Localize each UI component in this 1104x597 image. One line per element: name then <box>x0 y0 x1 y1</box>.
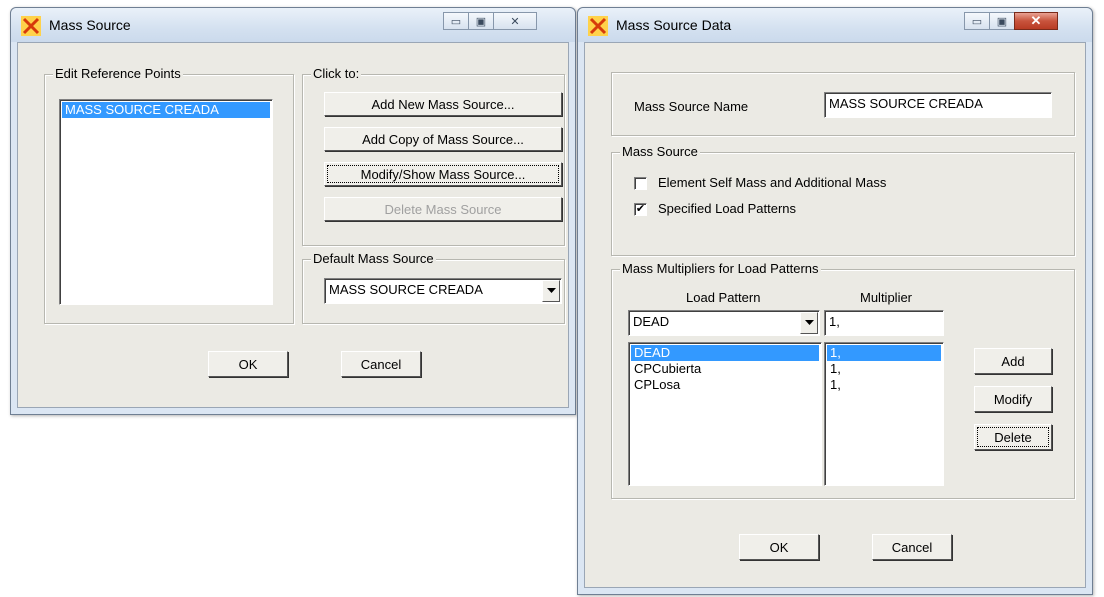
list-item[interactable]: 1, <box>827 361 941 377</box>
mass-source-data-titlebar[interactable]: Mass Source Data ▭ ▣ ✕ <box>578 8 1092 42</box>
multiplier-input[interactable]: 1, <box>824 310 944 336</box>
default-mass-source-select[interactable]: MASS SOURCE CREADA <box>324 278 562 304</box>
mass-source-group: Mass Source Element Self Mass and Additi… <box>611 144 1075 256</box>
cancel-button[interactable]: Cancel <box>341 351 421 377</box>
element-self-mass-checkbox[interactable] <box>634 177 647 190</box>
mass-source-data-window: Mass Source Data ▭ ▣ ✕ Mass Source Name … <box>577 7 1093 595</box>
default-mass-source-group: Default Mass Source MASS SOURCE CREADA <box>302 251 565 324</box>
group-label: Mass Source <box>620 144 700 159</box>
cancel-button[interactable]: Cancel <box>872 534 952 560</box>
mass-multipliers-group: Mass Multipliers for Load Patterns Load … <box>611 261 1075 499</box>
load-pattern-select[interactable]: DEAD <box>628 310 820 336</box>
load-pattern-select-value: DEAD <box>633 314 670 329</box>
element-self-mass-label: Element Self Mass and Additional Mass <box>658 175 887 190</box>
modify-button[interactable]: Modify <box>974 386 1052 412</box>
ok-button[interactable]: OK <box>739 534 819 560</box>
sap-app-icon <box>588 16 608 36</box>
add-button[interactable]: Add <box>974 348 1052 374</box>
specified-load-patterns-label: Specified Load Patterns <box>658 201 797 216</box>
mass-source-titlebar[interactable]: Mass Source ▭ ▣ ✕ <box>11 8 575 42</box>
group-label: Default Mass Source <box>311 251 436 266</box>
maximize-icon[interactable]: ▣ <box>989 12 1015 30</box>
mass-source-name-group: Mass Source Name MASS SOURCE CREADA <box>611 72 1075 136</box>
group-label: Mass Multipliers for Load Patterns <box>620 261 821 276</box>
list-item[interactable]: CPCubierta <box>631 361 819 377</box>
list-item[interactable]: 1, <box>827 377 941 393</box>
add-copy-mass-source-button[interactable]: Add Copy of Mass Source... <box>324 127 562 151</box>
list-item[interactable]: DEAD <box>631 345 819 361</box>
mass-source-name-input[interactable]: MASS SOURCE CREADA <box>824 92 1052 118</box>
minimize-icon[interactable]: ▭ <box>443 12 469 30</box>
maximize-icon[interactable]: ▣ <box>468 12 494 30</box>
close-icon[interactable]: ✕ <box>1014 12 1058 30</box>
modify-show-mass-source-button[interactable]: Modify/Show Mass Source... <box>324 162 562 186</box>
window-controls: ▭ ▣ ✕ <box>443 12 537 30</box>
mass-source-name-value: MASS SOURCE CREADA <box>829 96 983 111</box>
default-mass-source-value: MASS SOURCE CREADA <box>329 282 483 297</box>
group-label: Edit Reference Points <box>53 66 183 81</box>
multiplier-input-value: 1, <box>829 314 840 329</box>
add-new-mass-source-button[interactable]: Add New Mass Source... <box>324 92 562 116</box>
ok-button[interactable]: OK <box>208 351 288 377</box>
chevron-down-icon[interactable] <box>542 280 560 302</box>
multiplier-column-header: Multiplier <box>860 290 913 305</box>
minimize-icon[interactable]: ▭ <box>964 12 990 30</box>
sap-app-icon <box>21 16 41 36</box>
specified-load-patterns-checkbox[interactable]: ✔ <box>634 203 647 216</box>
load-pattern-column-header: Load Pattern <box>686 290 761 305</box>
window-title: Mass Source Data <box>616 17 732 33</box>
delete-mass-source-button[interactable]: Delete Mass Source <box>324 197 562 221</box>
window-controls: ▭ ▣ ✕ <box>964 12 1058 30</box>
edit-reference-points-group: Edit Reference Points MASS SOURCE CREADA <box>44 66 294 324</box>
close-icon[interactable]: ✕ <box>493 12 537 30</box>
chevron-down-icon[interactable] <box>800 312 818 334</box>
click-to-group: Click to: Add New Mass Source... Add Cop… <box>302 66 565 246</box>
mass-source-name-label: Mass Source Name <box>634 99 749 114</box>
load-pattern-list[interactable]: DEAD CPCubierta CPLosa <box>628 342 822 486</box>
mass-source-client: Edit Reference Points MASS SOURCE CREADA… <box>17 42 569 408</box>
list-item[interactable]: MASS SOURCE CREADA <box>62 102 270 118</box>
delete-button[interactable]: Delete <box>974 424 1052 450</box>
mass-source-window: Mass Source ▭ ▣ ✕ Edit Reference Points … <box>10 7 576 415</box>
window-title: Mass Source <box>49 17 131 33</box>
multiplier-list[interactable]: 1, 1, 1, <box>824 342 944 486</box>
list-item[interactable]: 1, <box>827 345 941 361</box>
mass-source-list[interactable]: MASS SOURCE CREADA <box>59 99 273 305</box>
group-label: Click to: <box>311 66 362 81</box>
list-item[interactable]: CPLosa <box>631 377 819 393</box>
mass-source-data-client: Mass Source Name MASS SOURCE CREADA Mass… <box>584 42 1086 588</box>
